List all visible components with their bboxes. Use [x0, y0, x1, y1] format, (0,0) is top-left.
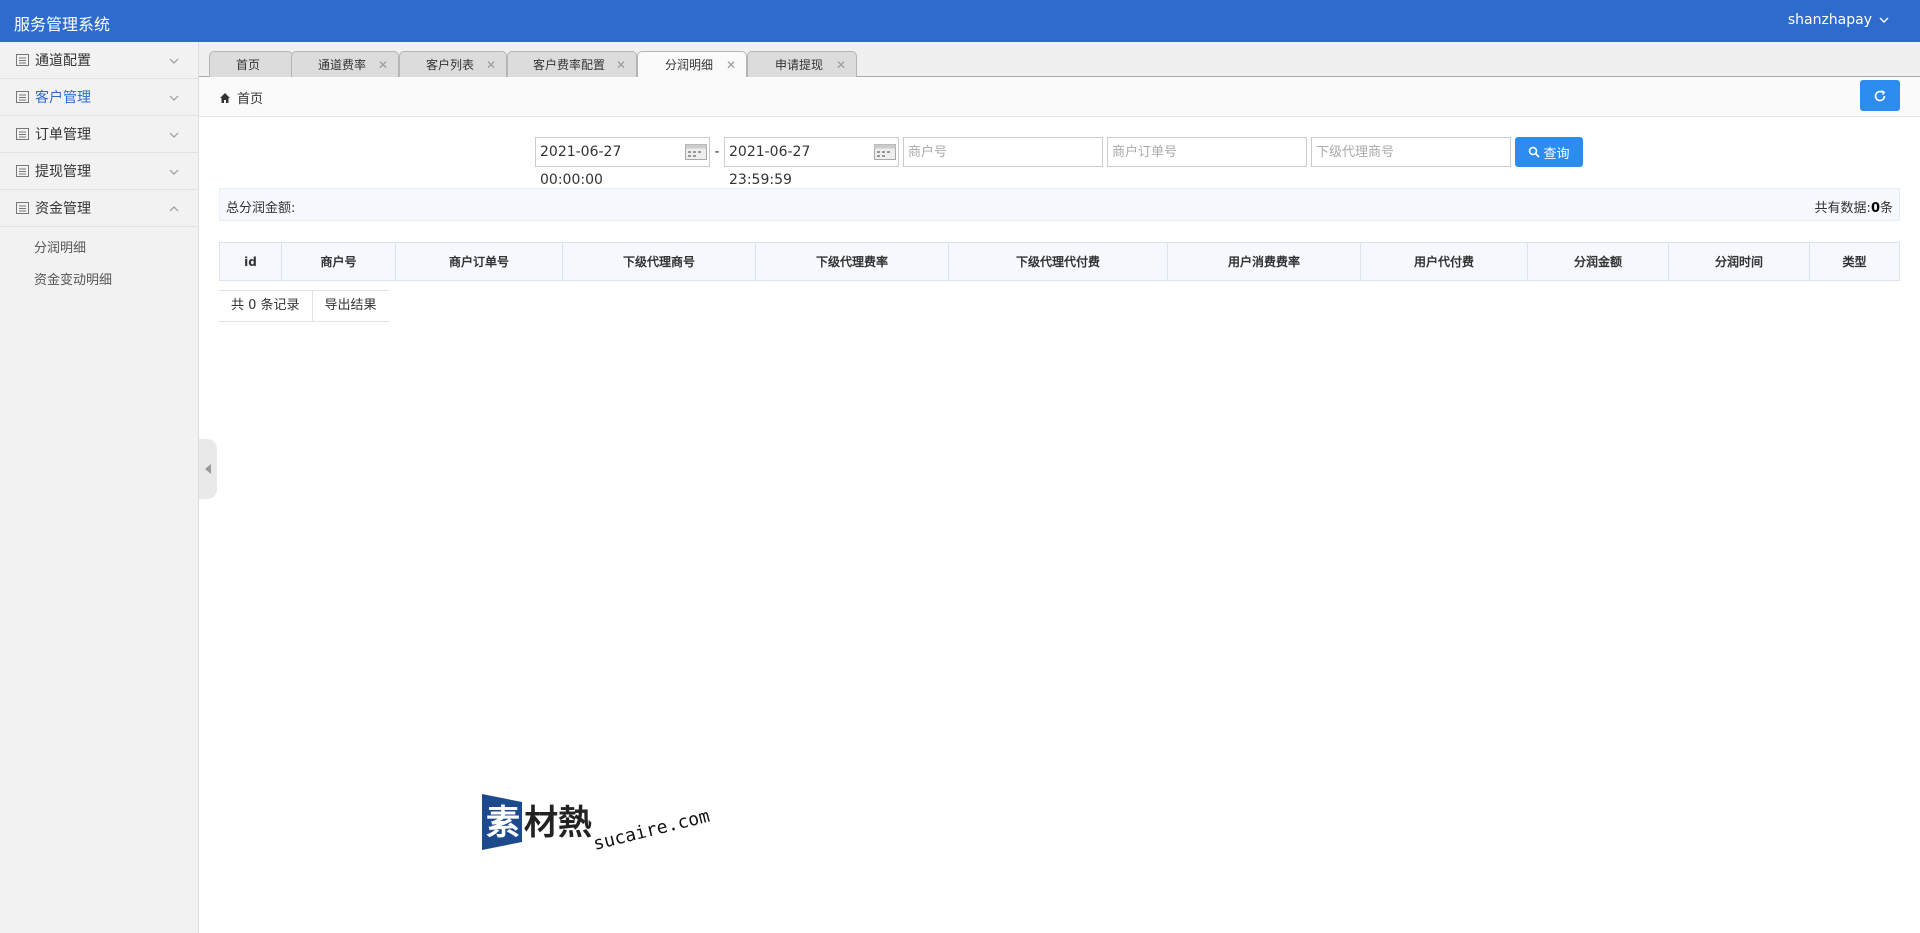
refresh-button[interactable]: [1860, 80, 1900, 111]
search-icon: [1529, 146, 1541, 158]
tab-label: 分润明细: [664, 58, 713, 72]
close-icon[interactable]: ✕: [616, 58, 626, 72]
end-date-input[interactable]: 2021-06-27 23:59:59: [724, 137, 899, 188]
list-icon: [16, 91, 29, 103]
tab-label: 客户费率配置: [532, 58, 605, 72]
sidebar-item-label: 提现管理: [35, 164, 91, 180]
tab-customer-rate-config[interactable]: 客户费率配置 ✕: [507, 51, 637, 77]
sidebar-item-withdrawal-management[interactable]: 提现管理: [0, 153, 198, 190]
tab-label: 客户列表: [425, 58, 474, 72]
user-menu[interactable]: shanzhapay: [1788, 12, 1890, 28]
close-icon[interactable]: ✕: [486, 58, 496, 72]
tab-apply-withdrawal[interactable]: 申请提现 ✕: [747, 51, 857, 77]
column-header-id: id: [219, 242, 282, 281]
list-icon: [16, 54, 29, 66]
sidebar-item-label: 通道配置: [35, 53, 91, 69]
record-count: 共有数据:0条: [1815, 197, 1893, 216]
tab-label: 申请提现: [774, 58, 823, 72]
breadcrumb[interactable]: 首页: [219, 88, 263, 107]
watermark-en: sucaire.com: [591, 806, 712, 855]
total-records-text: 共 0 条记录: [219, 291, 313, 321]
chevron-down-icon: [169, 132, 179, 138]
chevron-up-icon: [169, 206, 179, 212]
submenu-item-fund-change-details[interactable]: 资金变动明细: [0, 265, 198, 297]
column-header-profit-amount: 分润金额: [1527, 242, 1669, 281]
tab-label: 通道费率: [317, 58, 366, 72]
export-button[interactable]: 导出结果: [313, 291, 389, 321]
list-icon: [16, 128, 29, 140]
column-header-merchant-order: 商户订单号: [395, 242, 563, 281]
calendar-icon[interactable]: [685, 143, 707, 161]
app-title: 服务管理系统: [14, 15, 111, 34]
chevron-down-icon: [169, 95, 179, 101]
triangle-left-icon: [205, 464, 211, 474]
column-header-user-consumption-rate: 用户消费费率: [1167, 242, 1361, 281]
record-count-label: 共有数据:: [1814, 201, 1871, 216]
list-icon: [16, 165, 29, 177]
sidebar-item-channel-config[interactable]: 通道配置: [0, 42, 198, 79]
watermark-cn-rest: 材熱: [524, 803, 592, 843]
top-header: 服务管理系统 shanzhapay: [0, 0, 1920, 42]
column-header-user-payout-fee: 用户代付费: [1360, 242, 1528, 281]
submenu-item-profit-details[interactable]: 分润明细: [0, 233, 198, 265]
date-separator: -: [714, 144, 720, 160]
end-date-value: 2021-06-27 23:59:59: [729, 144, 811, 188]
column-header-profit-time: 分润时间: [1668, 242, 1810, 281]
tab-customer-list[interactable]: 客户列表 ✕: [399, 51, 507, 77]
profit-details-table: id 商户号 商户订单号 下级代理商号 下级代理费率 下级代理代付费 用户消费费…: [219, 242, 1900, 281]
breadcrumb-label: 首页: [237, 92, 264, 107]
start-date-value: 2021-06-27 00:00:00: [540, 144, 622, 188]
filter-bar: 2021-06-27 00:00:00 - 2021-06-27 23:59:5…: [535, 137, 1583, 188]
sidebar-item-label: 订单管理: [35, 127, 91, 143]
close-icon[interactable]: ✕: [726, 58, 736, 72]
home-icon: [220, 92, 230, 103]
start-date-input[interactable]: 2021-06-27 00:00:00: [535, 137, 710, 188]
record-count-unit: 条: [1879, 201, 1893, 216]
pagination-bar: 共 0 条记录 导出结果: [219, 290, 389, 322]
record-count-value: 0: [1870, 201, 1880, 216]
sidebar: 通道配置 客户管理 订单管理 提现管理 资金管理 分润明细 资金变动明细: [0, 42, 199, 933]
chevron-down-icon: [169, 169, 179, 175]
breadcrumb-bar: 首页: [199, 77, 1920, 117]
column-header-type: 类型: [1809, 242, 1900, 281]
merchant-order-input[interactable]: [1107, 137, 1307, 167]
sidebar-collapse-handle[interactable]: [199, 439, 217, 499]
username: shanzhapay: [1787, 12, 1872, 28]
refresh-icon: [1874, 89, 1886, 101]
sidebar-item-fund-management[interactable]: 资金管理: [0, 190, 198, 227]
table-header-row: id 商户号 商户订单号 下级代理商号 下级代理费率 下级代理代付费 用户消费费…: [219, 242, 1900, 281]
column-header-sub-agent-rate: 下级代理费率: [755, 242, 949, 281]
total-profit-label: 总分润金额:: [226, 201, 296, 216]
tab-bar: 首页 通道费率 ✕ 客户列表 ✕ 客户费率配置 ✕ 分润明细 ✕ 申请提现 ✕: [199, 42, 1920, 77]
submenu-fund-management: 分润明细 资金变动明细: [0, 227, 198, 297]
sidebar-item-label: 客户管理: [35, 90, 91, 106]
column-header-merchant-id: 商户号: [281, 242, 396, 281]
chevron-down-icon: [1879, 17, 1889, 24]
sub-agent-input[interactable]: [1311, 137, 1511, 167]
column-header-sub-agent-payout-fee: 下级代理代付费: [948, 242, 1168, 281]
watermark-logo: 素 材熱 sucaire.com: [482, 794, 712, 855]
search-button[interactable]: 查询: [1515, 137, 1583, 167]
summary-bar: 总分润金额: 共有数据:0条: [219, 188, 1900, 221]
close-icon[interactable]: ✕: [836, 58, 846, 72]
sidebar-item-order-management[interactable]: 订单管理: [0, 116, 198, 153]
tab-profit-details[interactable]: 分润明细 ✕: [637, 51, 747, 77]
tab-label: 首页: [235, 58, 260, 72]
chevron-down-icon: [169, 58, 179, 64]
column-header-sub-agent-id: 下级代理商号: [562, 242, 756, 281]
sidebar-item-label: 资金管理: [35, 201, 91, 217]
close-icon[interactable]: ✕: [378, 58, 388, 72]
sidebar-item-customer-management[interactable]: 客户管理: [0, 79, 198, 116]
watermark-cn-first: 素: [486, 803, 520, 843]
merchant-id-input[interactable]: [903, 137, 1103, 167]
calendar-icon[interactable]: [874, 143, 896, 161]
tab-channel-rate[interactable]: 通道费率 ✕: [291, 51, 399, 77]
tab-home[interactable]: 首页: [209, 51, 293, 77]
search-button-label: 查询: [1543, 146, 1570, 162]
list-icon: [16, 202, 29, 214]
